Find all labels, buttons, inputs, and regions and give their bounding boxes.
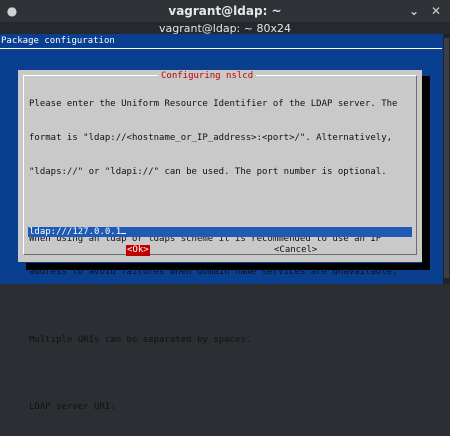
body-line: format is "ldap://<hostname_or_IP_addres…: [29, 133, 393, 144]
pin-icon[interactable]: ●: [4, 3, 20, 19]
body-line: [29, 301, 409, 312]
ldap-uri-value: ldap:///127.0.0.1: [29, 227, 122, 237]
dialog-body: Please enter the Uniform Resource Identi…: [29, 77, 409, 436]
body-line: Please enter the Uniform Resource Identi…: [29, 99, 398, 110]
body-line: Multiple URIs can be separated by spaces…: [29, 334, 252, 345]
terminal-viewport[interactable]: Package configuration Configuring nslcd …: [0, 34, 450, 412]
terminal-tab-bar: vagrant@ldap: ~ 80x24: [0, 22, 450, 35]
chevron-down-icon[interactable]: ⌄: [406, 3, 422, 19]
terminal-tab-title[interactable]: vagrant@ldap: ~ 80x24: [159, 22, 291, 35]
text-cursor: [121, 233, 127, 234]
header-divider: [0, 48, 442, 49]
ldap-uri-label: LDAP server URI:: [29, 401, 116, 412]
scrollbar-thumb[interactable]: [444, 38, 449, 278]
window-title: vagrant@ldap: ~: [168, 4, 282, 18]
package-configuration-header: Package configuration: [1, 36, 115, 46]
body-line: [29, 200, 409, 211]
body-line: [29, 368, 409, 379]
body-line: "ldaps://" or "ldapi://" can be used. Th…: [29, 166, 387, 177]
close-icon[interactable]: ✕: [428, 3, 444, 19]
terminal-scrollbar[interactable]: [443, 34, 450, 284]
window-titlebar: ● vagrant@ldap: ~ ⌄ ✕: [0, 0, 450, 22]
nslcd-dialog: Configuring nslcd Please enter the Unifo…: [18, 70, 422, 412]
ok-button[interactable]: <Ok>: [126, 245, 150, 256]
body-line: address to avoid failures when domain na…: [29, 267, 398, 278]
cancel-button[interactable]: <Cancel>: [274, 245, 317, 256]
dialog-shadow-right: [422, 76, 430, 270]
ldap-uri-input[interactable]: ldap:///127.0.0.1: [28, 227, 412, 237]
